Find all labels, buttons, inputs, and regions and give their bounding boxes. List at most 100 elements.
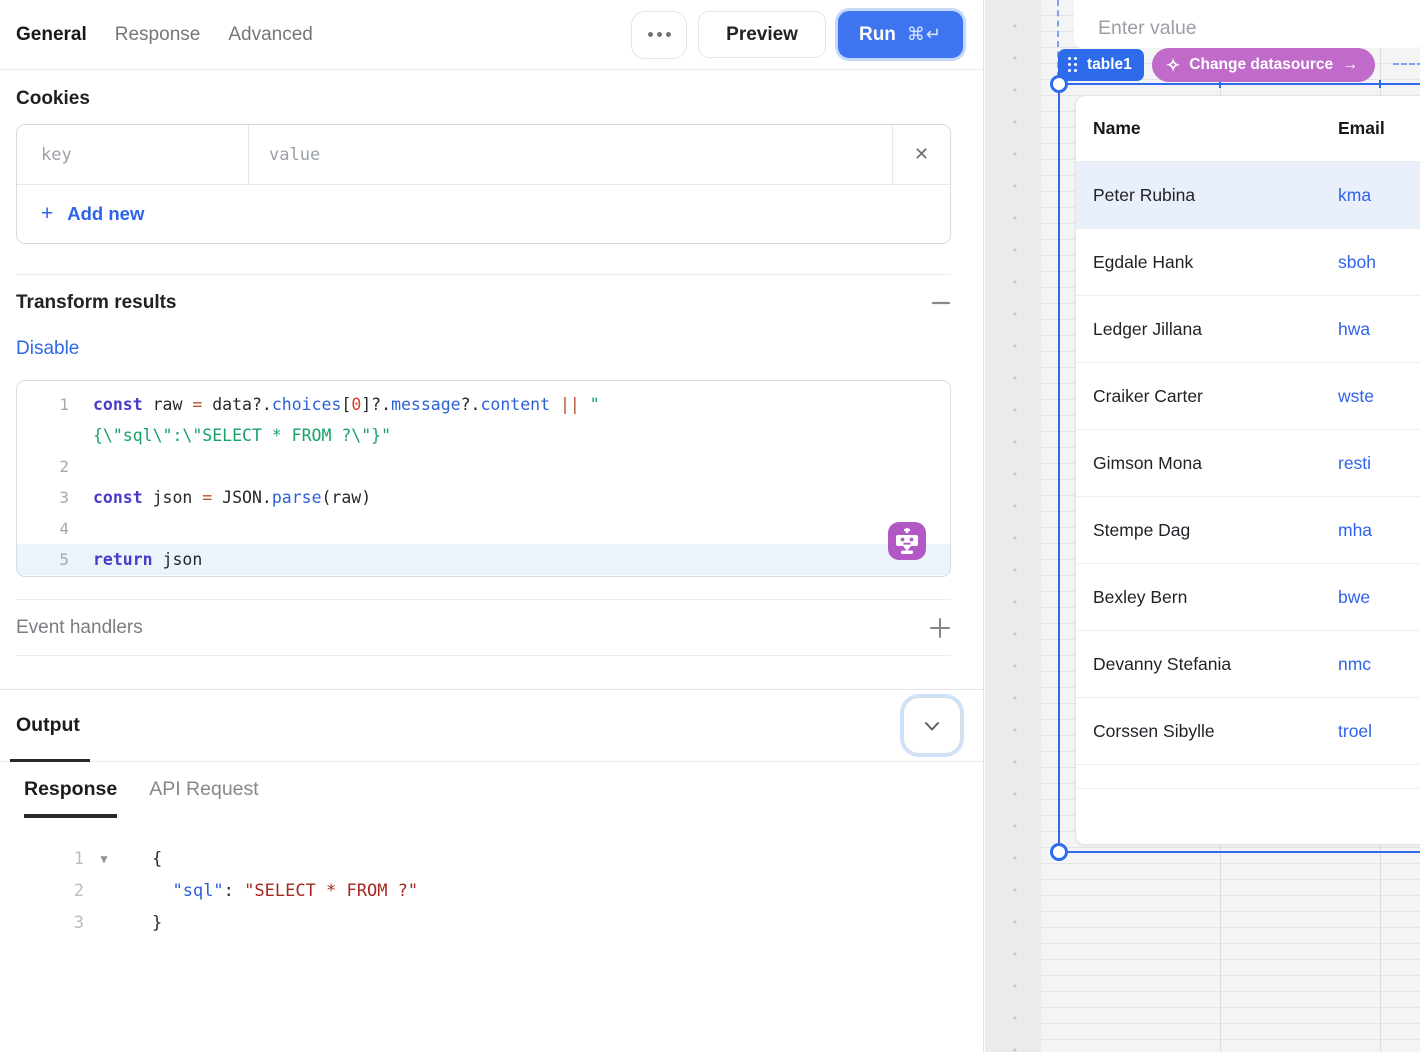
cell-name: Devanny Stefania	[1076, 654, 1338, 675]
tab-general[interactable]: General	[16, 24, 87, 46]
cookie-remove-button[interactable]: ✕	[893, 125, 950, 184]
code-line: 4	[17, 513, 950, 544]
event-handlers-header: Event handlers	[16, 617, 951, 639]
cookie-value-input[interactable]: value	[249, 125, 893, 184]
collapse-section-button[interactable]	[931, 293, 951, 313]
table-body: Peter RubinakmaEgdale HanksbohLedger Jil…	[1076, 162, 1420, 788]
change-datasource-button[interactable]: ✧ Change datasource →	[1152, 48, 1375, 82]
collapse-output-button[interactable]	[903, 697, 961, 754]
cell-email-link[interactable]: mha	[1338, 520, 1372, 541]
cell-name: Peter Rubina	[1076, 185, 1338, 206]
divider	[16, 655, 951, 656]
tab-output-response[interactable]: Response	[24, 778, 117, 818]
resize-handle-bottom-left[interactable]	[1050, 843, 1068, 861]
code-text: {\"sql\":\"SELECT * FROM ?\"}"	[93, 420, 391, 451]
transform-code-editor[interactable]: 1const raw = data?.choices[0]?.message?.…	[16, 380, 951, 577]
cell-name: Corssen Sibylle	[1076, 721, 1338, 742]
table-row[interactable]: Gimson Monaresti	[1076, 430, 1420, 497]
code-line: 5return json	[17, 544, 950, 575]
code-text: return json	[93, 544, 202, 575]
event-handlers-title: Event handlers	[16, 617, 143, 639]
cell-email-link[interactable]: resti	[1338, 453, 1371, 474]
column-header-email[interactable]: Email	[1338, 118, 1385, 139]
resize-handle-top-left[interactable]	[1050, 75, 1068, 93]
query-tabs: General Response Advanced	[16, 24, 313, 46]
line-number: 2	[0, 875, 84, 907]
cell-email-link[interactable]: t	[1338, 788, 1343, 789]
table-row[interactable]: Peter Rubinakma	[1076, 162, 1420, 229]
text-input-component[interactable]: Enter value	[1074, 0, 1420, 48]
selection-border-top	[1059, 83, 1420, 85]
cookies-title: Cookies	[16, 88, 967, 110]
table-row[interactable]: Egdale Hanksboh	[1076, 229, 1420, 296]
more-options-button[interactable]	[632, 12, 686, 58]
selection-border-left	[1058, 83, 1060, 853]
canvas-margin-dots	[985, 0, 1041, 1052]
column-header-name[interactable]: Name	[1076, 118, 1338, 139]
cell-email-link[interactable]: kma	[1338, 185, 1371, 206]
plus-icon	[929, 617, 951, 639]
add-event-handler-button[interactable]	[929, 617, 951, 639]
table-row[interactable]: Bexley Bernbwe	[1076, 564, 1420, 631]
table-row[interactable]: Lample Rickt	[1076, 765, 1420, 788]
table-row[interactable]: Stempe Dagmha	[1076, 497, 1420, 564]
selection-tick	[1379, 80, 1381, 88]
header-buttons: Preview Run ⌘↵	[632, 11, 967, 58]
preview-button[interactable]: Preview	[698, 11, 826, 58]
table-row[interactable]: Ledger Jillanahwa	[1076, 296, 1420, 363]
run-label: Run	[859, 24, 896, 46]
ai-assistant-button[interactable]	[888, 522, 926, 560]
cell-name: Craiker Carter	[1076, 386, 1338, 407]
cell-email-link[interactable]: bwe	[1338, 587, 1370, 608]
robot-icon	[888, 522, 926, 560]
cell-email-link[interactable]: sboh	[1338, 252, 1376, 273]
line-number: 3	[0, 907, 84, 939]
table-component[interactable]: Name Email Peter RubinakmaEgdale Hanksbo…	[1075, 95, 1420, 845]
output-tab[interactable]: Output	[16, 714, 80, 737]
component-name-pill[interactable]: table1	[1058, 49, 1144, 81]
run-shortcut: ⌘↵	[907, 24, 942, 45]
line-number: 2	[17, 451, 93, 482]
cell-name: Ledger Jillana	[1076, 319, 1338, 340]
selection-border-bottom	[1059, 851, 1420, 853]
code-line: 1const raw = data?.choices[0]?.message?.…	[17, 389, 950, 420]
table-row[interactable]: Craiker Carterwste	[1076, 363, 1420, 430]
cell-email-link[interactable]: wste	[1338, 386, 1374, 407]
cookie-key-input[interactable]: key	[17, 125, 249, 184]
close-icon: ✕	[914, 144, 929, 165]
plus-icon: +	[41, 202, 53, 226]
cell-email-link[interactable]: hwa	[1338, 319, 1370, 340]
cell-email-link[interactable]: troel	[1338, 721, 1372, 742]
arrow-right-icon: →	[1342, 56, 1358, 74]
code-line: 1▼{	[0, 843, 983, 875]
tab-advanced[interactable]: Advanced	[228, 24, 313, 46]
tab-output-api-request[interactable]: API Request	[149, 778, 258, 818]
divider	[16, 599, 951, 600]
line-number: 1	[17, 389, 93, 420]
code-line: 2	[17, 451, 950, 482]
response-json-viewer[interactable]: 1▼{2 "sql": "SELECT * FROM ?"3}	[0, 843, 983, 939]
arrow-spacer	[84, 907, 124, 939]
add-new-cookie-button[interactable]: + Add new	[17, 185, 950, 243]
cookie-row: key value ✕	[17, 125, 950, 185]
transform-results-title: Transform results	[16, 292, 177, 314]
disable-transform-link[interactable]: Disable	[16, 338, 967, 360]
table-footer	[1076, 788, 1420, 845]
query-editor-panel: General Response Advanced Preview Run ⌘↵…	[0, 0, 984, 1052]
tab-response[interactable]: Response	[115, 24, 201, 46]
sparkle-icon: ✧	[1166, 57, 1180, 74]
divider	[16, 274, 951, 275]
cell-name: Stempe Dag	[1076, 520, 1338, 541]
code-line: 2 "sql": "SELECT * FROM ?"	[0, 875, 983, 907]
collapse-node-icon[interactable]: ▼	[84, 843, 124, 875]
run-button[interactable]: Run ⌘↵	[838, 11, 963, 58]
app-canvas[interactable]: Enter value table1 ✧ Change datasource →…	[985, 0, 1420, 1052]
add-new-label: Add new	[67, 203, 144, 225]
transform-results-header: Transform results	[16, 292, 951, 314]
table-row[interactable]: Corssen Sibylletroel	[1076, 698, 1420, 765]
cell-email-link[interactable]: nmc	[1338, 654, 1371, 675]
line-number: 4	[17, 513, 93, 544]
table-row[interactable]: Devanny Stefanianmc	[1076, 631, 1420, 698]
input-placeholder: Enter value	[1098, 17, 1197, 40]
output-tabs: Response API Request	[24, 778, 983, 818]
